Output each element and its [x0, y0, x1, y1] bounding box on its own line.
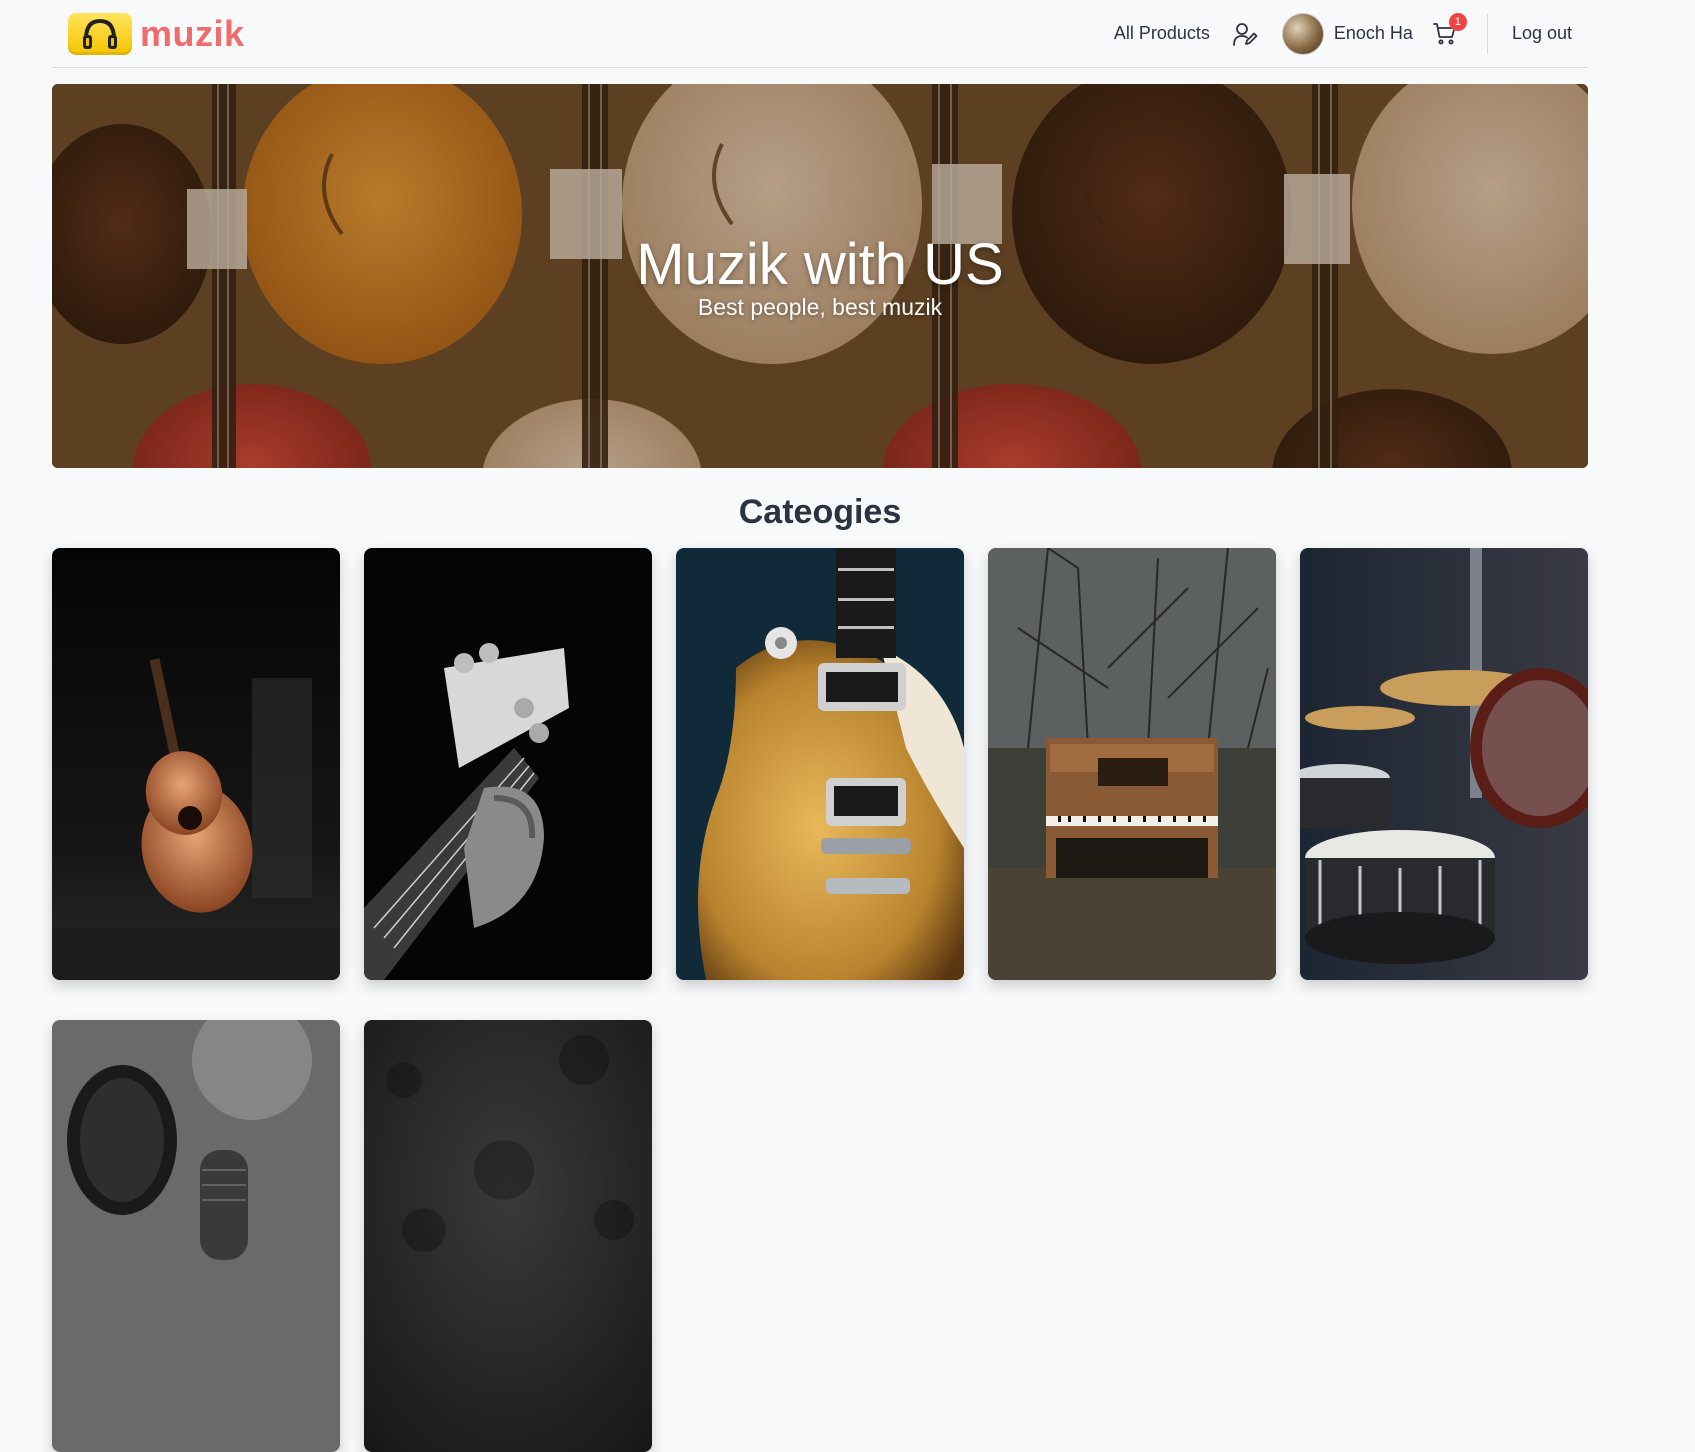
- all-products-link[interactable]: All Products: [1114, 23, 1210, 44]
- cart-count-badge: 1: [1448, 12, 1467, 31]
- brand-name: muzik: [140, 12, 245, 54]
- electric-guitar-image: [676, 548, 964, 980]
- user-menu[interactable]: Enoch Ha 1: [1281, 12, 1467, 55]
- piano-image: [988, 548, 1276, 980]
- bass-guitar-image: [364, 548, 652, 980]
- dark-texture-image: [364, 1020, 652, 1452]
- nav-divider: [1486, 13, 1488, 54]
- acoustic-guitar-image: [52, 548, 340, 980]
- nav-right: All Products Enoch Ha 1 Log out: [1114, 0, 1572, 67]
- category-card-piano[interactable]: [988, 548, 1276, 980]
- category-card-bass-guitar[interactable]: [364, 548, 652, 980]
- microphone-image: [52, 1020, 340, 1452]
- user-edit-icon[interactable]: [1232, 21, 1258, 47]
- category-card-dark-texture[interactable]: [364, 1020, 652, 1452]
- category-card-microphone[interactable]: [52, 1020, 340, 1452]
- hero-banner: Muzik with US Best people, best muzik: [52, 84, 1588, 468]
- page-container: muzik All Products Enoch Ha 1 Log out Mu…: [52, 0, 1588, 1452]
- navbar: muzik All Products Enoch Ha 1 Log out: [52, 0, 1588, 68]
- hero-subtitle: Best people, best muzik: [697, 294, 943, 320]
- logout-link[interactable]: Log out: [1512, 23, 1572, 44]
- hero-text: Muzik with US Best people, best muzik: [52, 234, 1588, 321]
- hero-title: Muzik with US: [636, 232, 1004, 297]
- user-name: Enoch Ha: [1333, 23, 1413, 43]
- headphones-icon: [68, 12, 132, 55]
- brand-link[interactable]: muzik: [68, 12, 245, 55]
- category-card-electric-guitar[interactable]: [676, 548, 964, 980]
- category-card-acoustic-guitar[interactable]: [52, 548, 340, 980]
- drums-image: [1300, 548, 1588, 980]
- category-card-drums[interactable]: [1300, 548, 1588, 980]
- categories-title: Cateogies: [738, 493, 902, 531]
- shopping-cart-icon[interactable]: 1: [1433, 12, 1467, 46]
- avatar: [1281, 12, 1324, 55]
